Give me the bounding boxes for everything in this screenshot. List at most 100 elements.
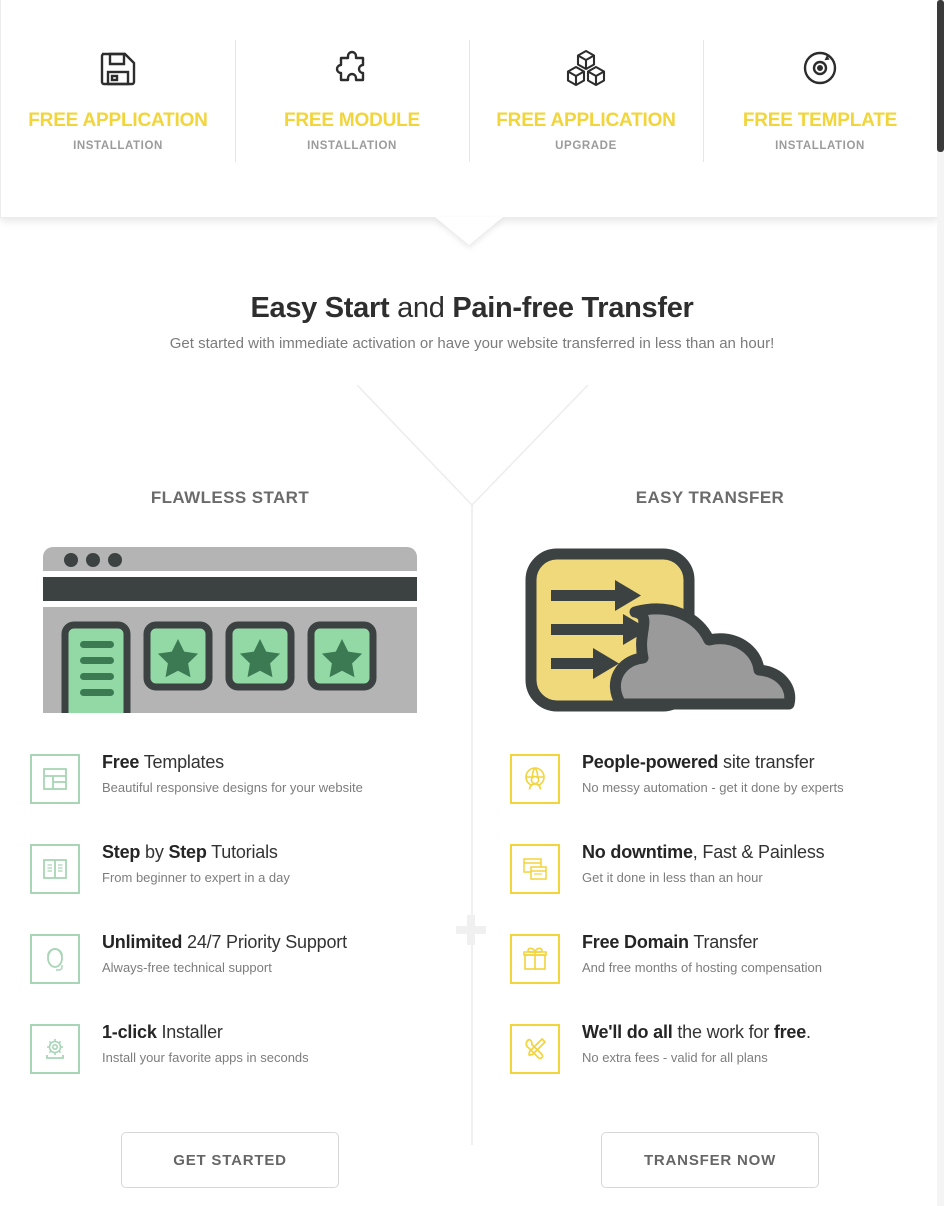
feature-title-bold: We'll do all [582,1022,673,1042]
floppy-disk-icon [9,40,227,96]
feature-item: Free Domain Transfer And free months of … [510,930,910,1020]
feature-description: From beginner to expert in a day [102,870,290,885]
feature-item: No downtime, Fast & Painless Get it done… [510,840,910,930]
feature-title-rest: . [806,1022,811,1042]
feature-title-bold: Free [102,752,140,772]
feature-description: And free months of hosting compensation [582,960,822,975]
feature-title-rest: Installer [156,1022,223,1042]
feature-title: Free Domain Transfer [582,932,822,953]
headset-icon [30,934,80,984]
feature-item: People-powered site transfer No messy au… [510,750,910,840]
feature-text: We'll do all the work for free. No extra… [560,1020,811,1065]
feature-title: No downtime, Fast & Painless [582,842,825,863]
feature-title-mid: the work for [672,1022,774,1042]
disc-refresh-icon [711,40,929,96]
gear-install-icon [30,1024,80,1074]
column-easy-transfer: EASY TRANSFER People-powered site transf… [510,488,910,1188]
feature-title-bold: No downtime [582,842,693,862]
puzzle-piece-icon [243,40,461,96]
page-title: Easy Start and Pain-free Transfer [0,292,944,325]
feature-description: No messy automation - get it done by exp… [582,780,844,795]
open-book-icon [30,844,80,894]
promo-banner: FREE APPLICATION INSTALLATION FREE MODUL… [0,0,938,245]
feature-text: Unlimited 24/7 Priority Support Always-f… [80,930,347,975]
feature-title-rest: Transfer [688,932,759,952]
feature-item: We'll do all the work for free. No extra… [510,1020,910,1110]
banner-item-subtitle: UPGRADE [555,140,617,152]
feature-title-bold: Step [102,842,141,862]
feature-item: Free Templates Beautiful responsive desi… [30,750,430,840]
transfer-to-cloud-illustration [510,540,910,720]
column-heading-left: FLAWLESS START [150,488,310,507]
feature-item: Step by Step Tutorials From beginner to … [30,840,430,930]
feature-title: 1-click Installer [102,1022,309,1043]
feature-title-rest: 24/7 Priority Support [182,932,347,952]
feature-text: People-powered site transfer No messy au… [560,750,844,795]
feature-title: Unlimited 24/7 Priority Support [102,932,347,953]
feature-title-bold: Unlimited [102,932,183,952]
page-subtitle: Get started with immediate activation or… [169,335,775,352]
page-scrollbar-thumb[interactable] [937,0,944,152]
feature-description: Always-free technical support [102,960,272,975]
feature-text: No downtime, Fast & Painless Get it done… [560,840,825,885]
feature-title-rest: Templates [139,752,224,772]
feature-text: 1-click Installer Install your favorite … [80,1020,309,1065]
cubes-icon [477,40,695,96]
browser-windows-icon [510,844,560,894]
layout-template-icon [30,754,80,804]
banner-item-title: FREE TEMPLATE [742,110,898,131]
banner-item-subtitle: INSTALLATION [775,140,865,152]
tools-icon [510,1024,560,1074]
feature-title: Free Templates [102,752,363,773]
banner-item-free-application-upgrade[interactable]: FREE APPLICATION UPGRADE [469,40,703,162]
feature-item: 1-click Installer Install your favorite … [30,1020,430,1110]
feature-list-right: People-powered site transfer No messy au… [510,750,910,1110]
feature-description: Get it done in less than an hour [582,870,763,885]
banner-item-title: FREE APPLICATION [496,110,676,131]
feature-list-left: Free Templates Beautiful responsive desi… [30,750,430,1110]
banner-item-subtitle: INSTALLATION [73,140,163,152]
feature-description: Install your favorite apps in seconds [102,1050,309,1065]
feature-text: Free Templates Beautiful responsive desi… [80,750,363,795]
feature-title-rest: Tutorials [206,842,278,862]
feature-title-bold: People-powered [582,752,719,772]
feature-description: No extra fees - valid for all plans [582,1050,768,1065]
page-title-bold-2: Pain-free Transfer [452,292,694,324]
feature-title: Step by Step Tutorials [102,842,290,863]
feature-title-mid: by [140,842,169,862]
page-scrollbar-track[interactable] [937,0,944,1206]
feature-title-bold-2: Step [168,842,207,862]
feature-title: People-powered site transfer [582,752,844,773]
feature-title: We'll do all the work for free. [582,1022,811,1043]
feature-description: Beautiful responsive designs for your we… [102,780,363,795]
column-flawless-start: FLAWLESS START Free Templates Beautiful … [30,488,430,1188]
feature-text: Step by Step Tutorials From beginner to … [80,840,290,885]
feature-title-rest: site transfer [718,752,815,772]
column-heading-right: EASY TRANSFER [635,488,785,507]
banner-item-title: FREE APPLICATION [28,110,208,131]
banner-item-free-module-installation[interactable]: FREE MODULE INSTALLATION [235,40,469,162]
page-title-bold-1: Easy Start [250,292,390,324]
feature-title-bold: 1-click [102,1022,157,1042]
plus-separator-icon [456,915,486,945]
banner-item-title: FREE MODULE [283,110,421,131]
gift-icon [510,934,560,984]
banner-item-subtitle: INSTALLATION [307,140,397,152]
cta-wrap-left: GET STARTED [30,1132,430,1188]
transfer-now-button[interactable]: TRANSFER NOW [601,1132,819,1188]
promo-banner-card: FREE APPLICATION INSTALLATION FREE MODUL… [0,0,938,218]
page-root: FREE APPLICATION INSTALLATION FREE MODUL… [0,0,944,1206]
get-started-button[interactable]: GET STARTED [121,1132,339,1188]
browser-window-templates-illustration [30,540,430,720]
page-title-conjunction: and [389,292,453,324]
banner-item-free-template-installation[interactable]: FREE TEMPLATE INSTALLATION [703,40,937,162]
feature-title-bold-2: free [773,1022,807,1042]
feature-title-bold: Free Domain [582,932,689,952]
feature-text: Free Domain Transfer And free months of … [560,930,822,975]
feature-title-rest: , Fast & Painless [692,842,825,862]
banner-item-free-application-installation[interactable]: FREE APPLICATION INSTALLATION [1,40,235,152]
banner-notch-arrow [435,217,503,245]
feature-item: Unlimited 24/7 Priority Support Always-f… [30,930,430,1020]
globe-person-icon [510,754,560,804]
cta-wrap-right: TRANSFER NOW [510,1132,910,1188]
